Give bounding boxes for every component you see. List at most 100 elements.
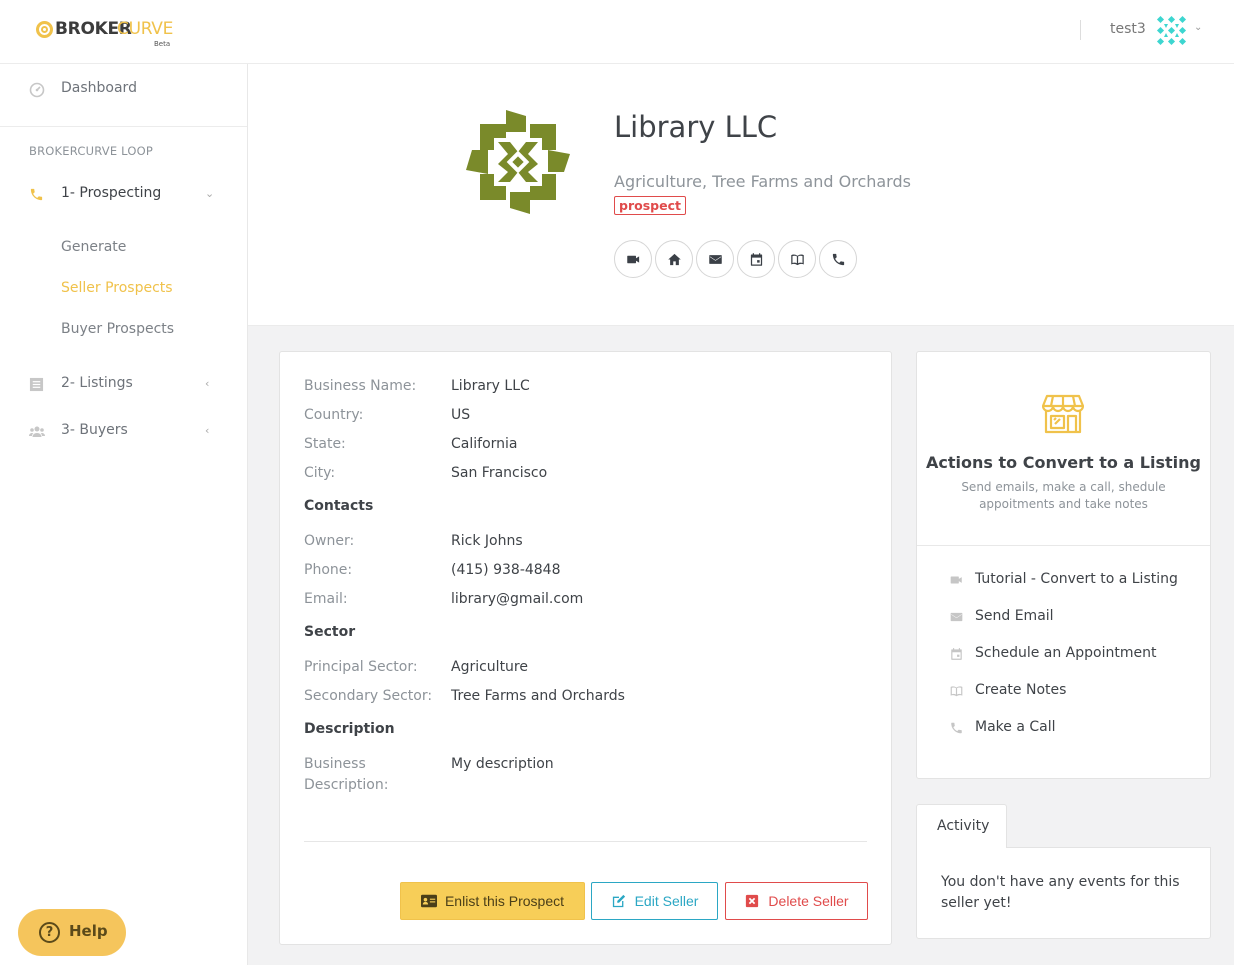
sidebar-subitem-buyer-prospects[interactable]: Buyer Prospects (61, 321, 174, 337)
divider (304, 841, 867, 842)
sidebar-subitem-generate[interactable]: Generate (61, 239, 126, 255)
detail-label: Principal Sector: (304, 659, 418, 675)
detail-value: library@gmail.com (451, 591, 584, 607)
avatar[interactable] (1156, 15, 1187, 46)
page-title: Library LLC (614, 110, 778, 144)
section-heading: Contacts (304, 498, 374, 514)
actions-title: Actions to Convert to a Listing (926, 453, 1201, 472)
user-name[interactable]: test3 (1110, 21, 1146, 37)
seller-details-card: Business Name: Library LLC Country: US S… (279, 351, 892, 945)
users-icon (28, 423, 45, 440)
help-label: Help (69, 922, 108, 940)
chevron-left-icon: ‹ (205, 424, 210, 437)
sidebar-item-prospecting[interactable]: 1- Prospecting ⌄ (0, 177, 248, 213)
video-icon (950, 576, 962, 584)
phone-icon (28, 186, 45, 203)
dashboard-icon (28, 81, 45, 98)
detail-label: Email: (304, 591, 348, 607)
sidebar-item-label: Dashboard (61, 80, 137, 96)
chevron-left-icon: ‹ (205, 377, 210, 390)
section-heading: Sector (304, 624, 356, 640)
notes-button[interactable] (778, 240, 816, 278)
enlist-prospect-button[interactable]: Enlist this Prospect (400, 882, 585, 920)
divider (1080, 20, 1081, 40)
actions-subtitle: Send emails, make a call, shedule appoit… (961, 480, 1166, 511)
brand-word-2: CURVE (117, 19, 174, 39)
detail-label: Business Name: (304, 378, 417, 394)
sidebar-item-label: 3- Buyers (61, 422, 128, 438)
notes-icon (950, 686, 963, 697)
calendar-button[interactable] (737, 240, 775, 278)
action-label: Make a Call (975, 719, 1056, 735)
tab-label: Activity (937, 818, 990, 834)
top-bar: BROKER CURVE Beta test3 ⌄ (0, 0, 1234, 64)
chevron-down-icon[interactable]: ⌄ (1194, 22, 1202, 33)
phone-button[interactable] (819, 240, 857, 278)
detail-value: Library LLC (451, 378, 530, 394)
phone-icon (951, 722, 962, 734)
brand-tag: Beta (154, 40, 171, 48)
actions-card: Actions to Convert to a Listing Send ema… (916, 351, 1211, 779)
detail-value: (415) 938-4848 (451, 562, 561, 578)
activity-empty-message: You don't have any events for this selle… (941, 874, 1180, 911)
phone-icon (832, 253, 844, 265)
action-label: Send Email (975, 608, 1054, 624)
action-create-notes[interactable]: Create Notes (949, 680, 1199, 704)
list-icon (28, 376, 45, 393)
sidebar-item-buyers[interactable]: 3- Buyers ‹ (0, 414, 248, 450)
action-send-email[interactable]: Send Email (949, 606, 1199, 630)
action-label: Tutorial - Convert to a Listing (975, 571, 1178, 587)
sidebar-item-label: 1- Prospecting (61, 185, 162, 201)
status-badge: prospect (614, 196, 686, 215)
detail-value: US (451, 407, 471, 423)
detail-label: Phone: (304, 562, 353, 578)
enlist-label: Enlist this Prospect (444, 893, 565, 909)
detail-label: Country: (304, 407, 364, 423)
sidebar-subitem-seller-prospects[interactable]: Seller Prospects (61, 280, 173, 296)
email-button[interactable] (696, 240, 734, 278)
email-icon (950, 612, 963, 622)
edit-label: Edit Seller (634, 893, 699, 909)
detail-value: My description (451, 756, 554, 772)
detail-label: State: (304, 436, 346, 452)
sidebar-section-title: BROKERCURVE LOOP (29, 144, 153, 158)
help-button[interactable]: ? Help (18, 909, 126, 956)
store-icon (1042, 394, 1084, 434)
detail-value: Tree Farms and Orchards (451, 688, 625, 704)
sidebar-item-listings[interactable]: 2- Listings ‹ (0, 367, 248, 403)
video-icon (626, 255, 639, 263)
delete-seller-button[interactable]: Delete Seller (725, 882, 868, 920)
divider (0, 126, 247, 127)
delete-icon (746, 894, 759, 908)
calendar-icon (951, 648, 962, 660)
company-logo (466, 110, 570, 214)
edit-icon (612, 894, 625, 908)
sidebar-item-label: 2- Listings (61, 375, 133, 391)
action-label: Create Notes (975, 682, 1067, 698)
action-tutorial[interactable]: Tutorial - Convert to a Listing (949, 569, 1199, 593)
delete-label: Delete Seller (768, 893, 849, 909)
sidebar-item-dashboard[interactable]: Dashboard (0, 72, 248, 108)
video-button[interactable] (614, 240, 652, 278)
company-sector: Agriculture, Tree Farms and Orchards (614, 172, 911, 191)
activity-panel: You don't have any events for this selle… (916, 847, 1211, 939)
company-header: Library LLC Agriculture, Tree Farms and … (248, 64, 1234, 326)
calendar-icon (750, 252, 762, 266)
action-label: Schedule an Appointment (975, 645, 1157, 661)
id-card-icon (420, 894, 437, 908)
edit-seller-button[interactable]: Edit Seller (591, 882, 718, 920)
home-button[interactable] (655, 240, 693, 278)
detail-label: Business Description: (304, 756, 389, 793)
detail-value: Agriculture (451, 659, 528, 675)
section-heading: Description (304, 721, 395, 737)
detail-value: California (451, 436, 518, 452)
tab-activity[interactable]: Activity (916, 804, 1007, 848)
sidebar: Dashboard BROKERCURVE LOOP 1- Prospectin… (0, 64, 248, 965)
detail-value: San Francisco (451, 465, 548, 481)
action-make-call[interactable]: Make a Call (949, 717, 1199, 741)
chevron-down-icon: ⌄ (205, 187, 215, 200)
detail-value: Rick Johns (451, 533, 523, 549)
action-schedule-appointment[interactable]: Schedule an Appointment (949, 643, 1199, 667)
notes-icon (790, 253, 804, 265)
detail-label: Secondary Sector: (304, 688, 433, 704)
